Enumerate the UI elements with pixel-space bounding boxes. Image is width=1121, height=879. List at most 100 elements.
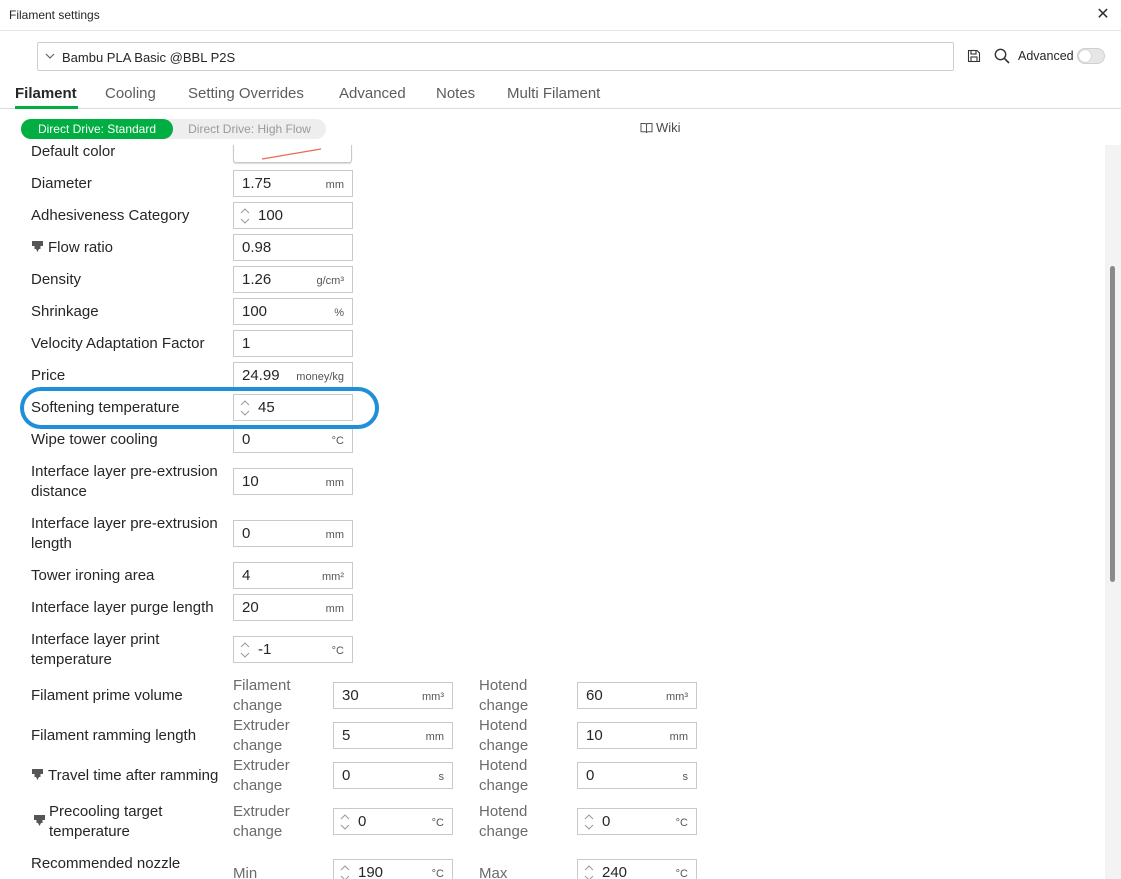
variant-high-flow[interactable]: Direct Drive: High Flow: [173, 119, 326, 139]
wipe-tower-cooling-label: Wipe tower cooling: [31, 431, 158, 448]
nozzle-icon: [34, 815, 45, 826]
prime-volume-hotend-value: 60: [586, 687, 603, 704]
velocity-factor-input[interactable]: 1: [233, 330, 353, 357]
pre-extrusion-length-label-2: length: [31, 535, 72, 552]
spin-arrows-icon[interactable]: [238, 205, 252, 227]
prime-volume-sub2-line1: Hotend: [479, 677, 528, 694]
pre-extrusion-distance-input[interactable]: 10 mm: [233, 468, 353, 495]
nozzle-temp-max-unit: °C: [675, 868, 688, 879]
preset-name: Bambu PLA Basic @BBL P2S: [62, 50, 236, 65]
precooling-extruder-spinbox[interactable]: 0 °C: [333, 808, 453, 835]
nozzle-temp-label: Recommended nozzle: [31, 855, 181, 872]
purge-length-label: Interface layer purge length: [31, 599, 214, 616]
print-temperature-spinbox[interactable]: -1 °C: [233, 636, 353, 663]
ramming-length-hotend-input[interactable]: 10 mm: [577, 722, 697, 749]
nozzle-temp-max-spinbox[interactable]: 240 °C: [577, 859, 697, 879]
shrinkage-input[interactable]: 100 %: [233, 298, 353, 325]
precooling-hotend-spinbox[interactable]: 0 °C: [577, 808, 697, 835]
tab-filament[interactable]: Filament: [15, 85, 77, 102]
shrinkage-unit: %: [334, 307, 344, 319]
prime-volume-filament-value: 30: [342, 687, 359, 704]
wiki-label: Wiki: [656, 120, 681, 135]
travel-time-sub2-line2: change: [479, 777, 529, 794]
diameter-input[interactable]: 1.75 mm: [233, 170, 353, 197]
ramming-length-sub2-line1: Hotend: [479, 717, 528, 734]
price-value: 24.99: [242, 367, 280, 384]
default-color-label: Default color: [31, 145, 116, 160]
shrinkage-value: 100: [242, 303, 268, 320]
travel-time-label: Travel time after ramming: [31, 766, 218, 786]
density-input[interactable]: 1.26 g/cm³: [233, 266, 353, 293]
tab-notes[interactable]: Notes: [436, 85, 475, 102]
price-unit: money/kg: [296, 371, 344, 383]
tower-ironing-area-label: Tower ironing area: [31, 567, 155, 584]
tower-ironing-area-input[interactable]: 4 mm²: [233, 562, 353, 589]
prime-volume-hotend-unit: mm³: [666, 691, 688, 703]
tab-cooling[interactable]: Cooling: [105, 85, 156, 102]
color-swatch-line: [261, 148, 322, 160]
purge-length-unit: mm: [325, 603, 344, 615]
precooling-extruder-value: 0: [358, 813, 367, 830]
softening-temperature-spinbox[interactable]: 45: [233, 394, 353, 421]
prime-volume-hotend-input[interactable]: 60 mm³: [577, 682, 697, 709]
spin-arrows-icon[interactable]: [582, 862, 596, 879]
chevron-down-icon: [45, 53, 55, 59]
flow-ratio-label: Flow ratio: [31, 238, 113, 258]
ramming-length-sub1-line2: change: [233, 737, 283, 754]
tab-setting-overrides[interactable]: Setting Overrides: [188, 85, 304, 102]
tab-multi-filament[interactable]: Multi Filament: [507, 85, 600, 102]
pre-extrusion-length-input[interactable]: 0 mm: [233, 520, 353, 547]
spin-arrows-icon[interactable]: [338, 862, 352, 879]
ramming-length-extruder-input[interactable]: 5 mm: [333, 722, 453, 749]
active-tab-indicator: [15, 106, 78, 109]
precooling-hotend-unit: °C: [675, 817, 688, 829]
prime-volume-label: Filament prime volume: [31, 687, 183, 704]
extruder-variant-switch: Direct Drive: Standard Direct Drive: Hig…: [21, 119, 326, 139]
wipe-tower-cooling-input[interactable]: 0 °C: [233, 426, 353, 453]
close-icon[interactable]: ✕: [1093, 5, 1113, 25]
adhesiveness-value: 100: [258, 207, 284, 224]
print-temperature-value: -1: [258, 641, 272, 658]
nozzle-icon: [32, 769, 43, 780]
spin-arrows-icon[interactable]: [338, 811, 352, 833]
travel-time-hotend-value: 0: [586, 767, 595, 784]
wiki-link[interactable]: Wiki: [640, 120, 681, 135]
travel-time-extruder-input[interactable]: 0 s: [333, 762, 453, 789]
price-label: Price: [31, 367, 66, 384]
purge-length-input[interactable]: 20 mm: [233, 594, 353, 621]
prime-volume-filament-input[interactable]: 30 mm³: [333, 682, 453, 709]
variant-standard[interactable]: Direct Drive: Standard: [21, 119, 173, 139]
precooling-label-2: temperature: [49, 823, 130, 840]
tower-ironing-area-unit: mm²: [322, 571, 344, 583]
scrollbar-thumb[interactable]: [1110, 266, 1115, 582]
spin-arrows-icon[interactable]: [238, 639, 252, 661]
density-value: 1.26: [242, 271, 272, 288]
precooling-sub1-line1: Extruder: [233, 803, 290, 820]
toggle-knob: [1079, 50, 1091, 62]
softening-temperature-value: 45: [258, 399, 275, 416]
print-temperature-unit: °C: [331, 645, 344, 657]
default-color-button[interactable]: [233, 145, 352, 163]
nozzle-temp-min-spinbox[interactable]: 190 °C: [333, 859, 453, 879]
search-icon[interactable]: [993, 47, 1011, 65]
preset-dropdown[interactable]: Bambu PLA Basic @BBL P2S: [37, 42, 954, 71]
flow-ratio-input[interactable]: 0.98: [233, 234, 353, 261]
vertical-scrollbar[interactable]: [1105, 145, 1121, 879]
travel-time-sub2-line1: Hotend: [479, 757, 528, 774]
price-input[interactable]: 24.99 money/kg: [233, 362, 353, 389]
tab-advanced[interactable]: Advanced: [339, 85, 406, 102]
adhesiveness-spinbox[interactable]: 100: [233, 202, 353, 229]
diameter-value: 1.75: [242, 175, 272, 192]
prime-volume-filament-unit: mm³: [422, 691, 444, 703]
save-icon[interactable]: [966, 48, 982, 64]
diameter-unit: mm: [325, 179, 344, 191]
travel-time-hotend-input[interactable]: 0 s: [577, 762, 697, 789]
settings-panel: Default color Diameter 1.75 mm Adhesiven…: [0, 145, 1105, 879]
nozzle-temp-min-value: 190: [358, 864, 384, 879]
spin-arrows-icon[interactable]: [238, 397, 252, 419]
spin-arrows-icon[interactable]: [582, 811, 596, 833]
travel-time-sub1-line2: change: [233, 777, 283, 794]
travel-time-sub1-line1: Extruder: [233, 757, 290, 774]
advanced-mode-toggle[interactable]: [1077, 48, 1105, 64]
nozzle-temp-max-value: 240: [602, 864, 628, 879]
